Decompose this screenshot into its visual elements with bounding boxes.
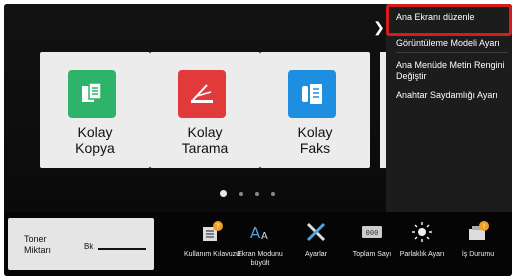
page-dot[interactable] (220, 190, 227, 197)
toner-level-bar (98, 248, 146, 250)
system-bar: Toner Miktarı Bk ? Kullanım Kılavuzu AA … (4, 212, 512, 276)
copy-icon (68, 70, 116, 118)
highlight-box (386, 4, 512, 36)
touch-panel-screen: Kolay Kopya Kolay Tarama Kolay Faks ❯ An… (4, 4, 512, 276)
scan-icon (178, 70, 226, 118)
page-dot[interactable] (271, 191, 275, 196)
shortcut-label: Parlaklık Ayarı (399, 251, 445, 258)
enlarge-text-icon: AA (248, 220, 272, 244)
menu-item-key-transparency[interactable]: Anahtar Saydamlığı Ayarı (396, 90, 508, 101)
page-indicator (220, 190, 275, 197)
svg-text:?: ? (216, 223, 220, 231)
manual-icon: ? (200, 220, 224, 244)
shortcut-job-status[interactable]: ! İş Durumu (452, 218, 504, 274)
settings-tools-icon (304, 220, 328, 244)
fax-icon (288, 70, 336, 118)
tile-easy-copy[interactable]: Kolay Kopya (40, 52, 150, 168)
shortcut-settings[interactable]: Ayarlar (290, 218, 342, 274)
svg-text:!: ! (483, 223, 486, 231)
toner-channel-label: Bk (84, 242, 94, 251)
shortcut-label: İş Durumu (461, 251, 495, 258)
shortcut-total-count[interactable]: 000 Toplam Sayı (346, 218, 398, 274)
tile-label: Kolay Tarama (150, 124, 260, 156)
shortcut-label: Ekran Modunu büyült (237, 251, 283, 267)
tile-label-line1: Kolay (77, 124, 113, 140)
shortcut-enlarge-display[interactable]: AA Ekran Modunu büyült (234, 218, 286, 274)
tile-label: Kolay Faks (260, 124, 370, 156)
tile-easy-scan[interactable]: Kolay Tarama (150, 52, 260, 168)
tile-label: Kolay Kopya (40, 124, 150, 156)
tile-label-line1: Kolay (297, 124, 333, 140)
menu-item-display-pattern[interactable]: Görüntüleme Modeli Ayarı (396, 38, 508, 49)
tile-easy-fax[interactable]: Kolay Faks (260, 52, 370, 168)
job-status-icon: ! (466, 220, 490, 244)
svg-text:000: 000 (366, 229, 379, 237)
svg-text:A: A (261, 231, 268, 242)
page-dot[interactable] (255, 191, 259, 196)
menu-item-label: Ana Menüde Metin Rengini Değiştir (396, 60, 505, 81)
tile-label-line2: Faks (299, 140, 331, 156)
counter-icon: 000 (360, 220, 384, 244)
menu-item-text-color[interactable]: Ana Menüde Metin Rengini Değiştir (396, 60, 508, 82)
tile-label-line2: Kopya (75, 140, 115, 156)
brightness-icon (410, 220, 434, 244)
page-dot[interactable] (239, 191, 243, 196)
toner-label: Toner Miktarı (24, 234, 51, 255)
shortcut-label: Ayarlar (304, 251, 328, 258)
tile-label-line2: Tarama (181, 140, 229, 156)
toner-status[interactable]: Toner Miktarı Bk (8, 218, 154, 270)
menu-item-label: Anahtar Saydamlığı Ayarı (396, 90, 498, 100)
tile-label-line1: Kolay (187, 124, 223, 140)
svg-text:A: A (250, 224, 261, 242)
shortcut-brightness[interactable]: Parlaklık Ayarı (396, 218, 448, 274)
menu-divider (396, 52, 508, 53)
menu-item-label: Görüntüleme Modeli Ayarı (396, 38, 500, 48)
